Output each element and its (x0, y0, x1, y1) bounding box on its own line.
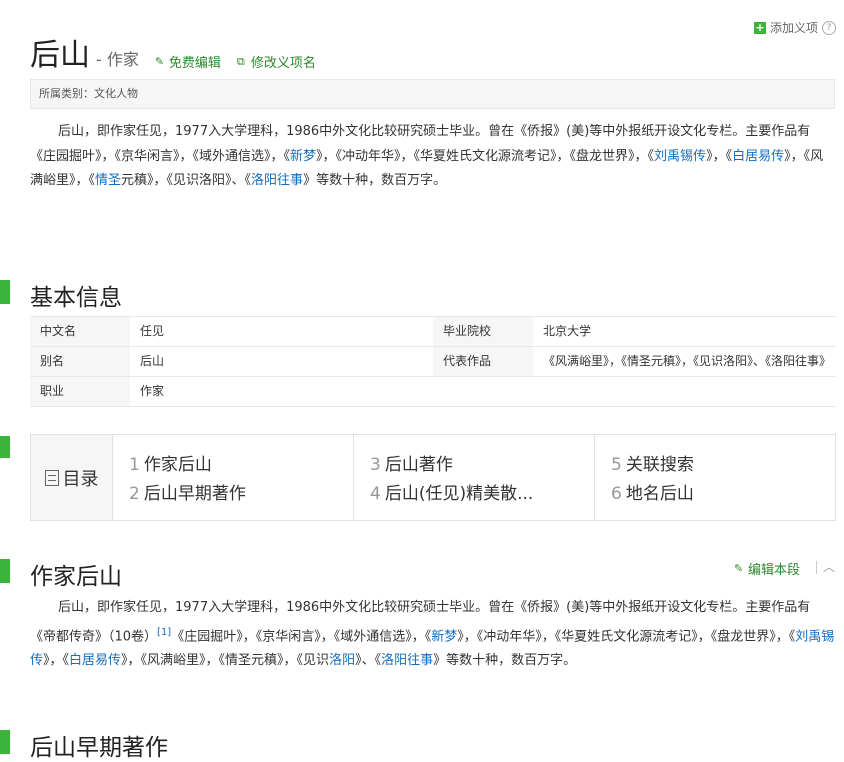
add-item-link[interactable]: + 添加义项 ? (753, 19, 836, 36)
reference-link[interactable]: [1] (157, 627, 171, 638)
rename-label: 修改义项名 (250, 56, 316, 71)
rename-link[interactable]: ⧉ 修改义项名 (237, 52, 316, 71)
section-text: 》、《 (355, 653, 382, 669)
info-row: 职业 作家 (30, 376, 836, 407)
section-text: 《庄园掘叶》，《京华闲言》，《域外通信选》，《 (171, 628, 432, 644)
basic-info-table: 中文名 任见 毕业院校 北京大学 别名 后山 代表作品 《风满峪里》，《情圣元稹… (30, 316, 836, 407)
link-xinmeng[interactable]: 新梦 (290, 149, 316, 164)
link-baijuyi[interactable]: 白居易传 (732, 149, 784, 164)
toc-column: 5 关联搜索 6 地名后山 (595, 435, 835, 520)
basic-info-heading: 基本信息 (30, 285, 122, 311)
toc-number: 2 (129, 484, 140, 504)
toc-item[interactable]: 1 作家后山 (129, 451, 349, 480)
section-marker (0, 559, 10, 583)
section-text: 》等数十种，数百万字。 (433, 653, 577, 669)
intro-text: 》，《 (706, 148, 733, 164)
info-row: 中文名 任见 毕业院校 北京大学 (30, 316, 836, 346)
toc-column: 1 作家后山 2 后山早期著作 (113, 435, 354, 520)
section-marker (0, 280, 10, 304)
edit-section-button[interactable]: ✎ 编辑本段 (734, 559, 800, 578)
link-luoyang-wangshi[interactable]: 洛阳往事 (251, 173, 303, 188)
toc-text: 地名后山 (625, 484, 694, 504)
page-subtitle: - 作家 (96, 50, 139, 69)
toc-number: 5 (611, 455, 622, 475)
toc-text: 后山著作 (384, 455, 453, 475)
section-text: 》，《 (43, 653, 70, 669)
link-baijuyi[interactable]: 白居易传 (69, 653, 121, 668)
plus-icon: + (753, 20, 766, 34)
info-key: 别名 (30, 347, 130, 376)
toc-text: 后山早期著作 (143, 484, 246, 504)
page-title: 后山 (30, 38, 90, 73)
table-of-contents: 目录 1 作家后山 2 后山早期著作 3 后山著作 4 后山(任见)精美散... 5 关联… (30, 434, 836, 521)
intro-paragraph: 后山，即作家任见，1977入大学理科，1986中外文化比较研究硕士毕业。曾在《侨… (30, 120, 835, 194)
toc-number: 6 (611, 484, 622, 504)
info-key: 中文名 (30, 317, 130, 346)
info-key: 毕业院校 (433, 317, 533, 346)
link-qingsheng[interactable]: 情圣 (95, 173, 121, 188)
toc-label-text: 目录 (62, 468, 99, 490)
section-heading: 作家后山 (30, 564, 122, 590)
toc-label: 目录 (31, 435, 113, 520)
intro-text: 》等数十种，数百万字。 (303, 173, 447, 188)
free-edit-label: 免费编辑 (168, 56, 221, 71)
link-luoyang-wangshi[interactable]: 洛阳往事 (381, 653, 433, 668)
link-liuyuxi[interactable]: 刘禹锡传 (654, 149, 706, 164)
info-row: 别名 后山 代表作品 《风满峪里》，《情圣元稹》，《见识洛阳》、《洛阳往事》 (30, 346, 836, 376)
info-key: 代表作品 (433, 347, 533, 376)
info-value: 任见 (140, 324, 165, 338)
info-value: 作家 (140, 384, 165, 398)
section-text: 》，《冲动年华》，《华夏姓氏文化源流考记》，《盘龙世界》，《 (457, 628, 796, 644)
info-value: 《风满峪里》，《情圣元稹》，《见识洛阳》、《洛阳往事》 (543, 354, 832, 368)
section-text: 》，《风满峪里》，《情圣元稹》，《见识 (121, 653, 330, 669)
toc-item[interactable]: 4 后山(任见)精美散... (370, 480, 590, 509)
add-item-label: 添加义项 (769, 21, 818, 35)
pencil-icon: ✎ (154, 55, 165, 68)
toc-text: 作家后山 (143, 455, 212, 475)
collapse-icon[interactable]: ︿ (816, 561, 836, 574)
section-marker (0, 730, 10, 754)
toc-text: 后山(任见)精美散... (384, 484, 534, 504)
toc-item[interactable]: 3 后山著作 (370, 451, 590, 480)
toc-number: 4 (370, 484, 381, 504)
rename-icon: ⧉ (236, 55, 245, 68)
toc-column: 3 后山著作 4 后山(任见)精美散... (354, 435, 595, 520)
link-xinmeng[interactable]: 新梦 (431, 629, 457, 644)
section-paragraph: 后山，即作家任见，1977入大学理科，1986中外文化比较研究硕士毕业。曾在《侨… (30, 596, 835, 674)
toc-number: 3 (370, 455, 381, 475)
intro-text: 元稹》，《见识洛阳》、《 (121, 173, 252, 188)
pencil-icon: ✎ (733, 562, 744, 575)
category-box: 所属类别：文化人物 (30, 79, 835, 109)
toc-item[interactable]: 2 后山早期著作 (129, 480, 349, 509)
link-luoyang[interactable]: 洛阳 (329, 653, 355, 668)
intro-text: 》，《冲动年华》，《华夏姓氏文化源流考记》，《盘龙世界》，《 (316, 148, 655, 164)
help-icon[interactable]: ? (822, 20, 836, 35)
title-row: 后山 - 作家 ✎ 免费编辑 ⧉ 修改义项名 (30, 30, 316, 74)
section-marker (0, 436, 10, 458)
list-icon (44, 469, 59, 486)
info-value: 北京大学 (543, 324, 592, 338)
toc-number: 1 (129, 455, 140, 475)
section-heading: 后山早期著作 (30, 735, 168, 761)
toc-text: 关联搜索 (625, 455, 694, 475)
free-edit-link[interactable]: ✎ 免费编辑 (155, 52, 221, 71)
toc-item[interactable]: 6 地名后山 (611, 480, 831, 509)
edit-section-label: 编辑本段 (747, 563, 800, 578)
info-empty (433, 377, 836, 406)
toc-item[interactable]: 5 关联搜索 (611, 451, 831, 480)
info-key: 职业 (30, 377, 130, 406)
info-value: 后山 (140, 354, 165, 368)
